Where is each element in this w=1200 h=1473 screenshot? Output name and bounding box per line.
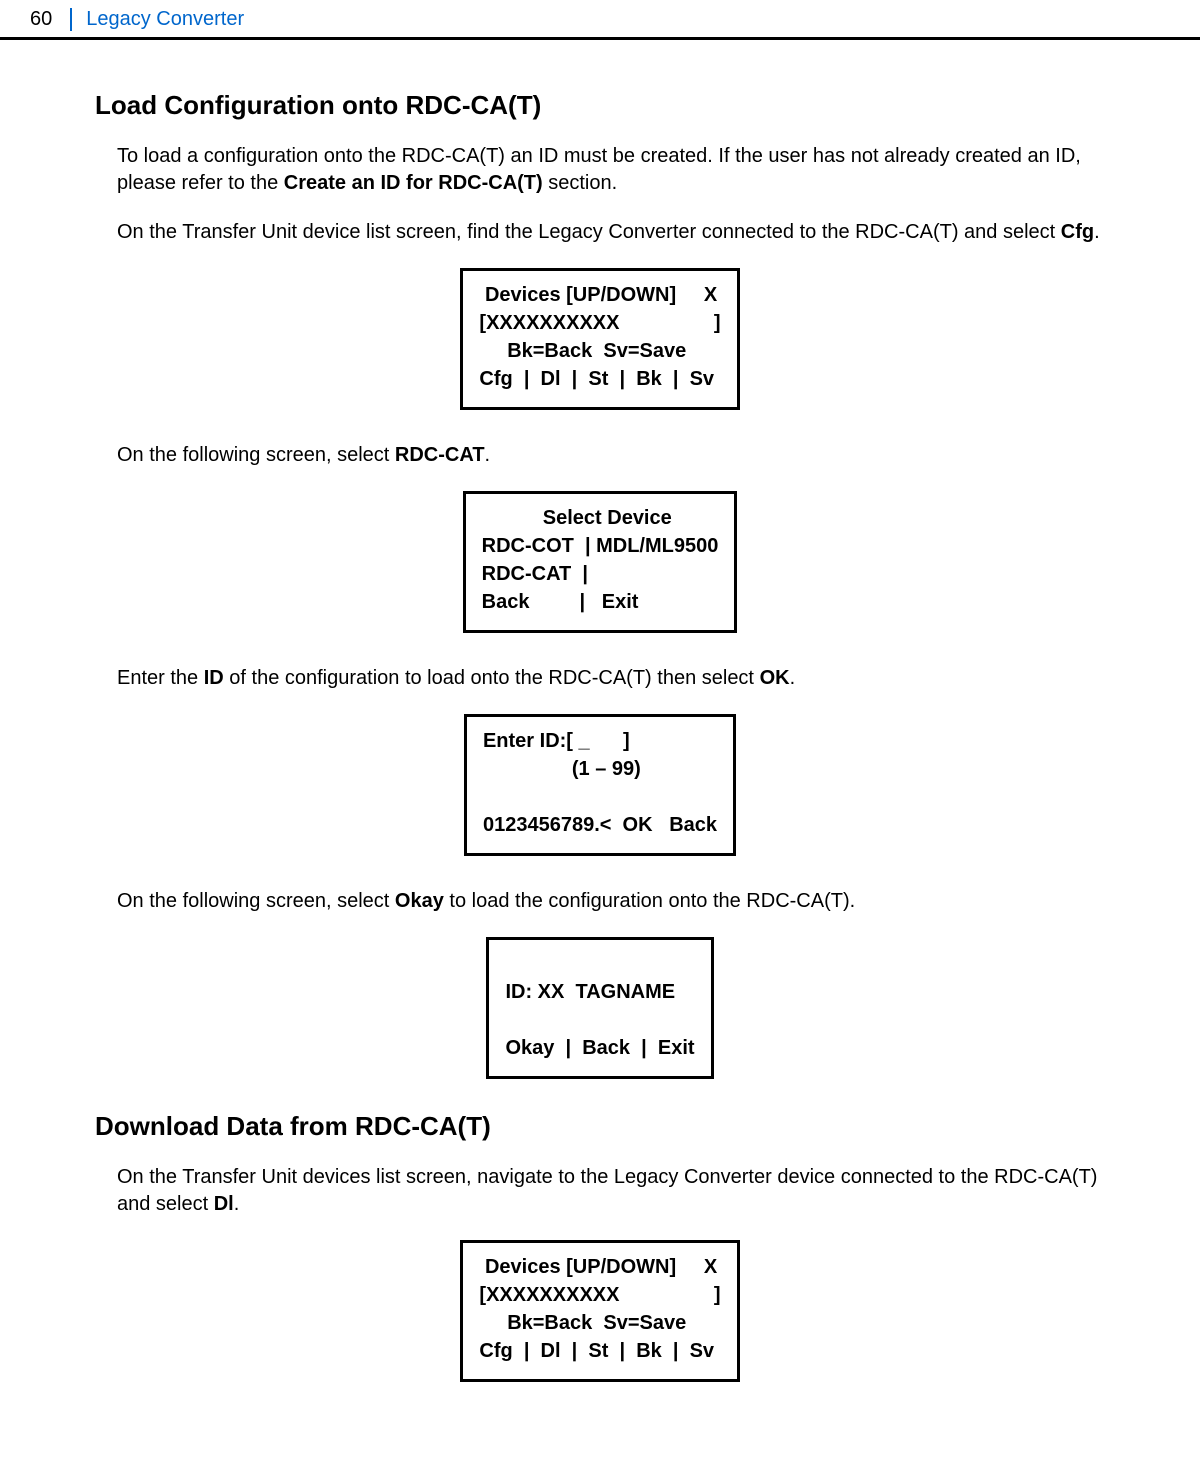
text: . xyxy=(790,667,796,689)
header-title: Legacy Converter xyxy=(72,8,244,31)
page-header: 60 Legacy Converter xyxy=(0,0,1200,40)
bold-text: Cfg xyxy=(1061,221,1094,243)
text: section. xyxy=(543,172,617,194)
lcd-screen-select-device: Select Device RDC-COT | MDL/ML9500 RDC-C… xyxy=(463,491,738,633)
section1-para4: Enter the ID of the configuration to loa… xyxy=(95,665,1105,692)
section1-para1: To load a configuration onto the RDC-CA(… xyxy=(95,143,1105,197)
text: Enter the xyxy=(117,667,204,689)
section2-heading: Download Data from RDC-CA(T) xyxy=(95,1111,1105,1142)
text: On the Transfer Unit device list screen,… xyxy=(117,221,1061,243)
section1-para3: On the following screen, select RDC-CAT. xyxy=(95,442,1105,469)
section1-para5: On the following screen, select Okay to … xyxy=(95,888,1105,915)
text: On the Transfer Unit devices list screen… xyxy=(117,1166,1097,1215)
text: of the configuration to load onto the RD… xyxy=(224,667,760,689)
text: . xyxy=(234,1193,240,1215)
text: to load the configuration onto the RDC-C… xyxy=(444,890,855,912)
bold-text: ID xyxy=(204,667,224,689)
lcd-screen-devices: Devices [UP/DOWN] X [XXXXXXXXXX ] Bk=Bac… xyxy=(460,268,739,410)
lcd-screen-enter-id: Enter ID:[ _ ] (1 – 99) 0123456789.< OK … xyxy=(464,714,736,856)
page-number: 60 xyxy=(0,8,72,31)
text: On the following screen, select xyxy=(117,444,395,466)
section2-para1: On the Transfer Unit devices list screen… xyxy=(95,1164,1105,1218)
section1-heading: Load Configuration onto RDC-CA(T) xyxy=(95,90,1105,121)
lcd-screen-confirm: ID: XX TAGNAME Okay | Back | Exit xyxy=(486,937,713,1079)
text: On the following screen, select xyxy=(117,890,395,912)
text: . xyxy=(1094,221,1100,243)
page-content: Load Configuration onto RDC-CA(T) To loa… xyxy=(0,40,1200,1454)
bold-text: Create an ID for RDC-CA(T) xyxy=(284,172,543,194)
text: . xyxy=(485,444,491,466)
bold-text: Dl xyxy=(214,1193,234,1215)
bold-text: Okay xyxy=(395,890,444,912)
bold-text: OK xyxy=(760,667,790,689)
section1-para2: On the Transfer Unit device list screen,… xyxy=(95,219,1105,246)
lcd-screen-devices-2: Devices [UP/DOWN] X [XXXXXXXXXX ] Bk=Bac… xyxy=(460,1240,739,1382)
bold-text: RDC-CAT xyxy=(395,444,485,466)
